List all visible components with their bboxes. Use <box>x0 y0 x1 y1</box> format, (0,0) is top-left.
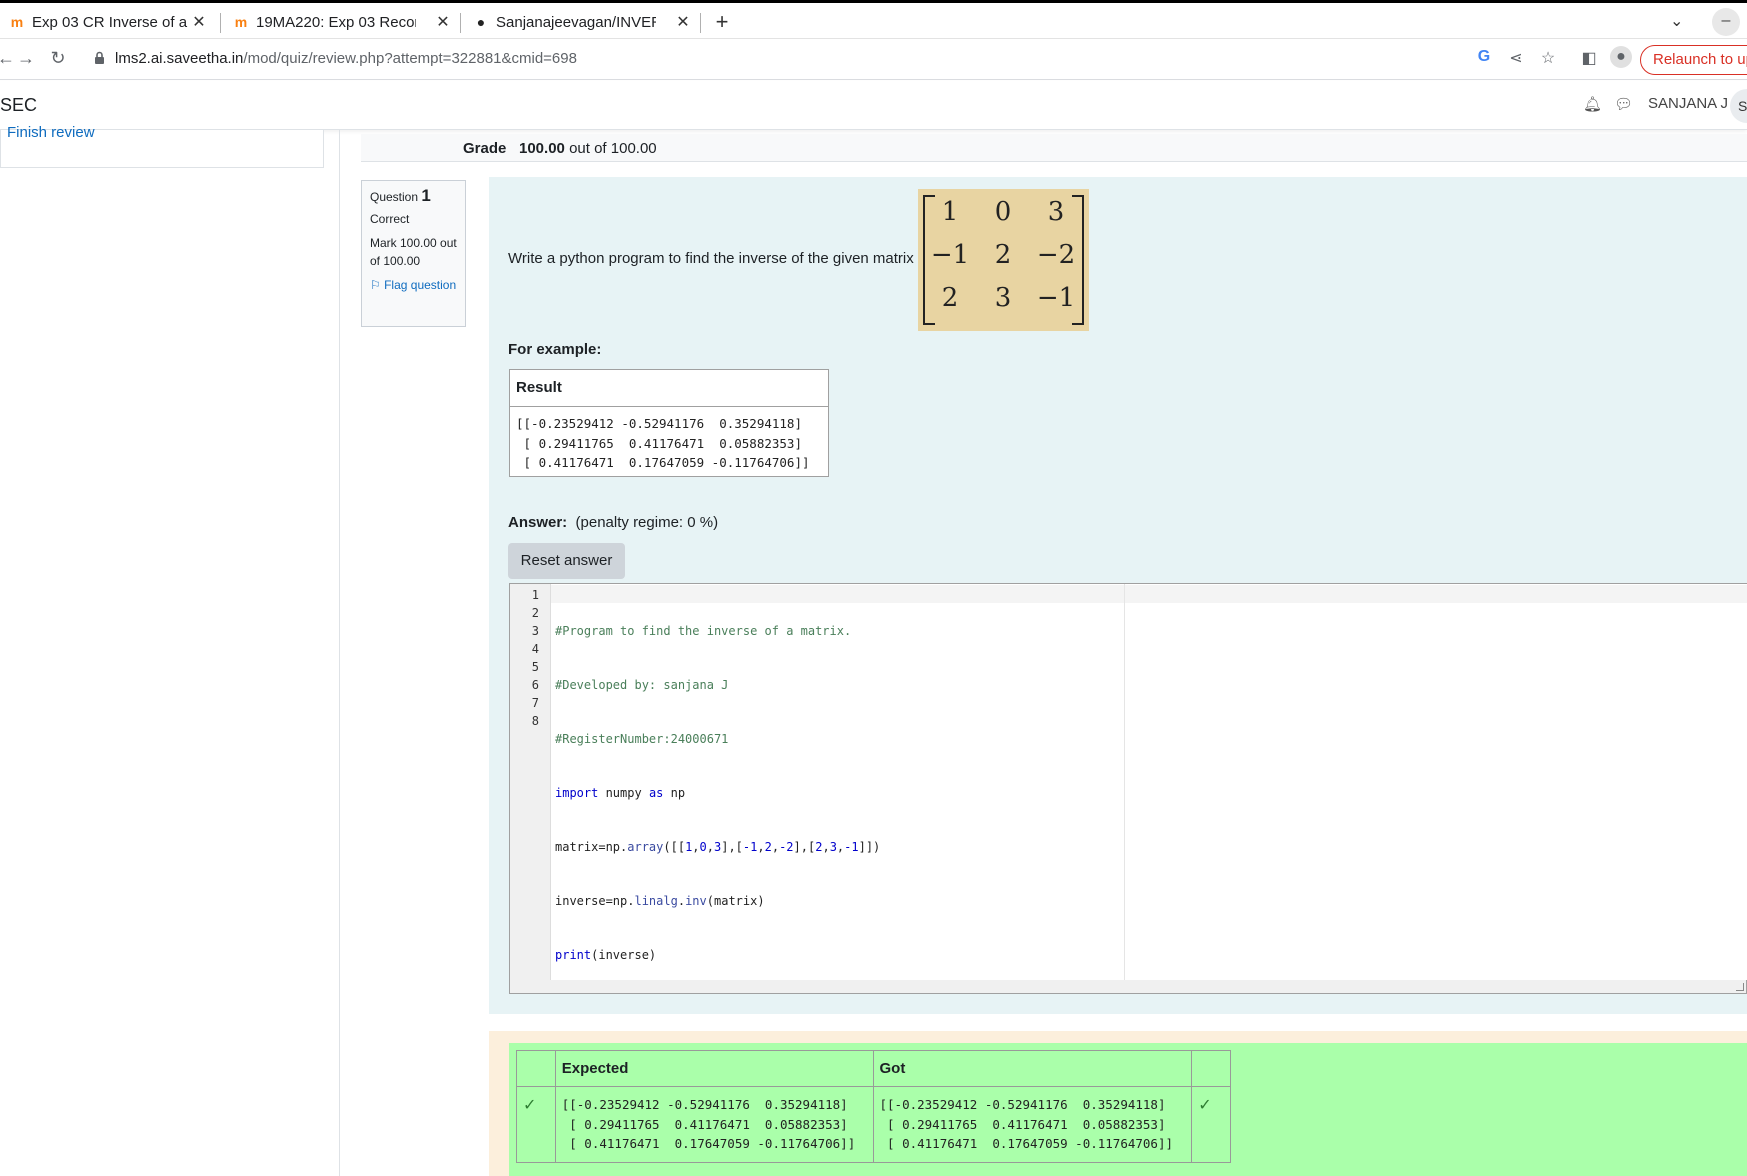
close-tab-icon[interactable]: ✕ <box>434 12 452 32</box>
code-line: #RegisterNumber:24000671 <box>555 732 729 746</box>
grade-suffix: out of 100.00 <box>569 140 657 157</box>
github-icon: ● <box>476 14 486 30</box>
matrix-cell: −2 <box>1036 240 1076 270</box>
matrix-cell: 2 <box>941 283 959 313</box>
line-number-gutter: 1 2 3 4 5 6 7 8 <box>510 584 551 980</box>
check-icon: ✓ <box>516 1086 556 1163</box>
grade-value: 100.00 out of 100.00 <box>519 140 657 157</box>
bookmark-star-icon[interactable]: ☆ <box>1537 48 1559 68</box>
test-results-table: Expected Got ✓ [[-0.23529412 -0.52941176… <box>516 1050 1231 1163</box>
matrix-cell: 3 <box>1047 197 1065 227</box>
code-line: inverse=np.linalg.inv(matrix) <box>555 894 765 908</box>
example-result-table: Result [[-0.23529412 -0.52941176 0.35294… <box>509 369 829 477</box>
column-divider <box>339 130 340 1176</box>
reset-answer-button[interactable]: Reset answer <box>508 543 625 579</box>
question-label: Question <box>370 190 419 204</box>
question-number: 1 <box>421 186 431 205</box>
matrix-cell: −1 <box>1036 283 1076 313</box>
matrix-cell: 0 <box>994 197 1012 227</box>
tab-search-chevron-icon[interactable]: ⌄ <box>1670 11 1683 31</box>
flag-label: Flag question <box>384 278 457 292</box>
close-tab-icon[interactable]: ✕ <box>190 12 208 32</box>
code-line: import numpy as np <box>555 786 686 800</box>
moodle-icon: m <box>10 14 24 30</box>
tab-title: 19MA220: Exp 03 Record- <box>256 13 416 31</box>
matrix-cell: 1 <box>941 197 959 227</box>
url-host: lms2.ai.saveetha.in <box>115 50 244 67</box>
expected-output: [[-0.23529412 -0.52941176 0.35294118] [ … <box>561 1097 856 1151</box>
check-icon: ✓ <box>1191 1086 1231 1163</box>
matrix-cell: 2 <box>994 240 1012 270</box>
flag-icon: ⚐ <box>370 278 385 292</box>
table-row: ✓ [[-0.23529412 -0.52941176 0.35294118] … <box>516 1086 1231 1163</box>
got-column-header: Got <box>872 1050 1193 1087</box>
tab-record[interactable]: m 19MA220: Exp 03 Record- ✕ <box>224 7 460 37</box>
code-text-area[interactable]: #Program to find the inverse of a matrix… <box>551 584 1747 980</box>
site-header: SEC 🔔︎ 💬︎ SANJANA J S <box>0 81 1747 130</box>
code-content[interactable]: #Program to find the inverse of a matrix… <box>555 586 880 1054</box>
question-mark: Mark 100.00 out of 100.00 <box>370 236 457 268</box>
site-brand[interactable]: SEC <box>0 95 37 116</box>
code-line: #Developed by: sanjana J <box>555 678 729 692</box>
expected-column-header: Expected <box>554 1050 874 1087</box>
tab-title: Exp 03 CR Inverse of a mat <box>32 13 192 31</box>
print-margin <box>1124 584 1125 980</box>
matrix-image: 1 0 3 −1 2 −2 2 3 −1 <box>918 189 1089 331</box>
relaunch-button[interactable]: Relaunch to up <box>1640 45 1747 75</box>
penalty-regime: (penalty regime: 0 %) <box>575 514 719 531</box>
messages-chat-icon[interactable]: 💬︎ <box>1614 95 1633 113</box>
url-field[interactable]: lms2.ai.saveetha.in/mod/quiz/review.php?… <box>115 50 577 67</box>
tab-divider <box>700 13 701 33</box>
grade-score: 100.00 <box>519 140 565 157</box>
tab-divider <box>220 13 221 33</box>
moodle-icon: m <box>234 14 248 30</box>
lock-icon[interactable] <box>94 51 105 65</box>
code-line: print(inverse) <box>555 948 657 962</box>
result-header: Result <box>510 370 828 407</box>
close-tab-icon[interactable]: ✕ <box>674 12 692 32</box>
got-cell: [[-0.23529412 -0.52941176 0.35294118] [ … <box>872 1086 1193 1163</box>
code-line: #Program to find the inverse of a matrix… <box>555 624 852 638</box>
table-header-row: Expected Got <box>516 1050 1231 1087</box>
flag-question-link[interactable]: ⚐ Flag question <box>370 276 457 294</box>
url-path: /mod/quiz/review.php?attempt=322881&cmid… <box>243 50 577 67</box>
result-output: [[-0.23529412 -0.52941176 0.35294118] [ … <box>516 416 810 470</box>
tab-quiz-review[interactable]: m Exp 03 CR Inverse of a mat ✕ <box>0 7 216 37</box>
got-output: [[-0.23529412 -0.52941176 0.35294118] [ … <box>879 1097 1174 1151</box>
grade-label: Grade <box>463 140 507 157</box>
finish-review-link[interactable]: Finish review <box>7 124 95 141</box>
browser-tab-bar: m Exp 03 CR Inverse of a mat ✕ m 19MA220… <box>0 3 1747 39</box>
minimize-window-icon[interactable]: – <box>1712 8 1740 36</box>
new-tab-button[interactable]: + <box>710 9 734 35</box>
quiz-navigation-panel: Finish review <box>0 124 324 168</box>
notifications-bell-icon[interactable]: 🔔︎ <box>1583 95 1602 113</box>
user-name[interactable]: SANJANA J <box>1648 95 1728 112</box>
profile-icon[interactable]: ● <box>1610 46 1632 68</box>
code-editor[interactable]: 1 2 3 4 5 6 7 8 #Program to find the inv… <box>509 583 1747 994</box>
tab-github[interactable]: ● Sanjanajeevagan/INVERS ✕ <box>464 7 700 37</box>
result-column-header <box>1191 1050 1231 1087</box>
tab-title: Sanjanajeevagan/INVERS <box>496 13 656 31</box>
forward-icon[interactable]: → <box>14 48 38 69</box>
google-icon[interactable]: G <box>1473 48 1495 66</box>
expected-cell: [[-0.23529412 -0.52941176 0.35294118] [ … <box>554 1086 874 1163</box>
question-state: Correct <box>370 212 410 226</box>
share-icon[interactable]: ⋖ <box>1505 48 1527 68</box>
matrix-cell: 3 <box>994 283 1012 313</box>
question-text: Write a python program to find the inver… <box>508 250 914 267</box>
avatar[interactable]: S <box>1730 89 1747 123</box>
status-column-header <box>516 1050 556 1087</box>
for-example-label: For example: <box>508 341 602 358</box>
answer-heading: Answer: (penalty regime: 0 %) <box>508 514 718 531</box>
question-info-box: Question 1 Correct Mark 100.00 out of 10… <box>361 180 466 327</box>
resize-handle[interactable] <box>1736 983 1744 991</box>
answer-label: Answer: <box>508 514 568 531</box>
side-panel-icon[interactable]: ◧ <box>1578 48 1600 68</box>
reload-icon[interactable]: ↻ <box>46 48 70 69</box>
tab-divider <box>460 13 461 33</box>
matrix-cell: −1 <box>930 240 970 270</box>
code-line: matrix=np.array([[1,0,3],[-1,2,-2],[2,3,… <box>555 840 881 854</box>
